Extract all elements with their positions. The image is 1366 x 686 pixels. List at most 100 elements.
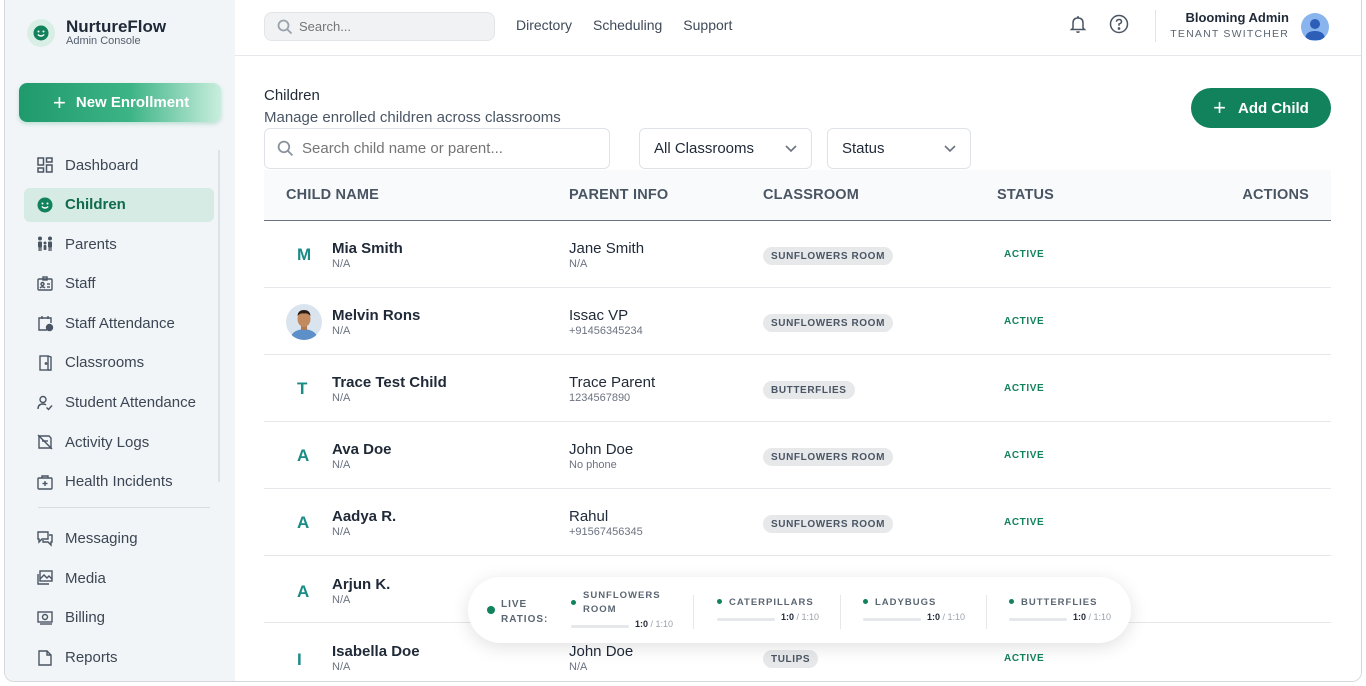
search-icon (277, 19, 293, 34)
table-row[interactable]: A Ava Doe N/A John Doe No phone SUNFLOWE… (264, 422, 1331, 489)
brand-logo-icon (27, 18, 55, 47)
ratio-room-name: SUNFLOWERS ROOM (583, 590, 661, 615)
table-row[interactable]: M Mia Smith N/A Jane Smith N/A SUNFLOWER… (264, 221, 1331, 288)
child-name[interactable]: Mia Smith (332, 240, 403, 257)
user-name[interactable]: Blooming Admin (1185, 10, 1289, 25)
child-initial-avatar: I (297, 650, 302, 669)
brand-name: NurtureFlow (66, 17, 167, 36)
new-enrollment-button[interactable]: + New Enrollment (19, 83, 221, 122)
sidebar-item-reports[interactable]: Reports (24, 641, 214, 675)
door-icon (39, 355, 52, 371)
child-name[interactable]: Isabella Doe (332, 643, 420, 660)
status-filter-select[interactable]: Status (827, 128, 971, 169)
child-search[interactable] (264, 128, 610, 169)
table-row[interactable]: A Aadya R. N/A Rahul +91567456345 SUNFLO… (264, 489, 1331, 556)
add-child-button[interactable]: + Add Child (1191, 88, 1331, 128)
user-check-icon (37, 395, 53, 411)
parent-phone: No phone (569, 459, 617, 471)
sidebar-item-label: Messaging (65, 530, 138, 548)
sidebar-item-label: Health Incidents (65, 473, 173, 491)
log-icon (37, 434, 53, 450)
ratio-room-name: LADYBUGS (875, 597, 937, 608)
chevron-down-icon (944, 144, 956, 152)
brand-subtitle: Admin Console (66, 35, 141, 47)
table-row[interactable]: T Trace Test Child N/A Trace Parent 1234… (264, 355, 1331, 422)
parent-name: Jane Smith (569, 240, 645, 257)
ratio-value: 1:0 / 1:10 (781, 612, 820, 622)
sidebar-item-label: Staff Attendance (65, 314, 175, 332)
child-sub: N/A (332, 258, 351, 270)
parent-name: Issac VP (569, 307, 629, 324)
sidebar-item-staff-attendance[interactable]: Staff Attendance (24, 306, 214, 340)
sidebar-item-label: Parents (65, 235, 117, 253)
sidebar-item-activity-logs[interactable]: Activity Logs (24, 425, 214, 459)
sidebar-item-dashboard[interactable]: Dashboard (24, 148, 214, 182)
sidebar-item-label: Billing (65, 609, 106, 627)
child-search-input[interactable] (302, 140, 592, 157)
sidebar-item-health-incidents[interactable]: Health Incidents (24, 465, 214, 499)
nav-link-support[interactable]: Support (683, 17, 732, 33)
status-badge: ACTIVE (1004, 316, 1045, 327)
tenant-switcher[interactable]: TENANT SWITCHER (1170, 28, 1289, 40)
child-initial-avatar: A (297, 582, 310, 601)
top-nav: Directory Scheduling Support (516, 17, 753, 33)
classroom-badge: BUTTERFLIES (763, 381, 855, 399)
child-sub: N/A (332, 459, 351, 471)
sidebar-item-parents[interactable]: Parents (24, 227, 214, 261)
nav-link-scheduling[interactable]: Scheduling (593, 17, 662, 33)
child-sub: N/A (332, 392, 351, 404)
child-name[interactable]: Arjun K. (332, 576, 390, 593)
ratio-dot (571, 600, 576, 605)
column-header-status[interactable]: STATUS (997, 187, 1054, 203)
sidebar: NurtureFlow Admin Console + New Enrollme… (5, 0, 235, 681)
help-icon[interactable] (1109, 14, 1129, 39)
ratio-value: 1:0 / 1:10 (927, 612, 966, 622)
global-search[interactable] (264, 12, 495, 41)
sidebar-scrollbar[interactable] (218, 150, 220, 482)
ratio-bar (863, 618, 921, 621)
sidebar-item-billing[interactable]: Billing (24, 601, 214, 635)
global-search-input[interactable] (299, 19, 479, 34)
child-initial-avatar: A (297, 513, 310, 532)
sidebar-item-staff[interactable]: Staff (24, 267, 214, 301)
sidebar-item-children[interactable]: Children (24, 187, 214, 222)
classroom-filter-value: All Classrooms (654, 140, 755, 157)
sidebar-item-media[interactable]: Media (24, 561, 214, 595)
topbar-divider (1155, 10, 1156, 42)
search-icon (277, 140, 294, 157)
child-name[interactable]: Trace Test Child (332, 374, 447, 391)
classroom-badge: SUNFLOWERS ROOM (763, 314, 893, 332)
medical-kit-icon (37, 475, 53, 490)
column-header-classroom[interactable]: CLASSROOM (763, 187, 859, 203)
child-name[interactable]: Ava Doe (332, 441, 391, 458)
status-badge: ACTIVE (1004, 450, 1045, 461)
child-name[interactable]: Aadya R. (332, 508, 396, 525)
brand[interactable]: NurtureFlow Admin Console (27, 18, 166, 47)
status-filter-value: Status (842, 140, 885, 157)
sidebar-item-student-attendance[interactable]: Student Attendance (24, 386, 214, 420)
column-header-parent-info[interactable]: PARENT INFO (569, 187, 668, 203)
child-name[interactable]: Melvin Rons (332, 307, 420, 324)
live-ratios-label: LIVE RATIOS: (501, 599, 549, 625)
avatar[interactable] (1301, 13, 1329, 41)
live-ratios-bar: LIVE RATIOS: SUNFLOWERS ROOM 1:0 / 1:10 … (468, 577, 1131, 643)
ratio-divider (986, 595, 987, 629)
notifications-bell-icon[interactable] (1068, 14, 1088, 39)
parent-phone: 1234567890 (569, 392, 631, 404)
child-sub: N/A (332, 594, 351, 606)
ratio-bar (571, 625, 629, 628)
sidebar-item-classrooms[interactable]: Classrooms (24, 346, 214, 380)
sidebar-item-messaging[interactable]: Messaging (24, 522, 214, 556)
calendar-clock-icon (38, 316, 54, 332)
sidebar-item-label: Dashboard (65, 156, 139, 174)
status-badge: ACTIVE (1004, 249, 1045, 260)
nav-link-directory[interactable]: Directory (516, 17, 572, 33)
column-header-child-name[interactable]: CHILD NAME (286, 187, 379, 203)
sidebar-item-label: Activity Logs (65, 433, 150, 451)
classroom-filter-select[interactable]: All Classrooms (639, 128, 812, 169)
ratio-dot (1009, 599, 1014, 604)
parent-name: John Doe (569, 441, 634, 458)
table-row[interactable]: Melvin Rons N/A Issac VP +91456345234 SU… (264, 288, 1331, 355)
table-header: CHILD NAME PARENT INFO CLASSROOM STATUS … (264, 170, 1331, 221)
parent-name: John Doe (569, 643, 634, 660)
